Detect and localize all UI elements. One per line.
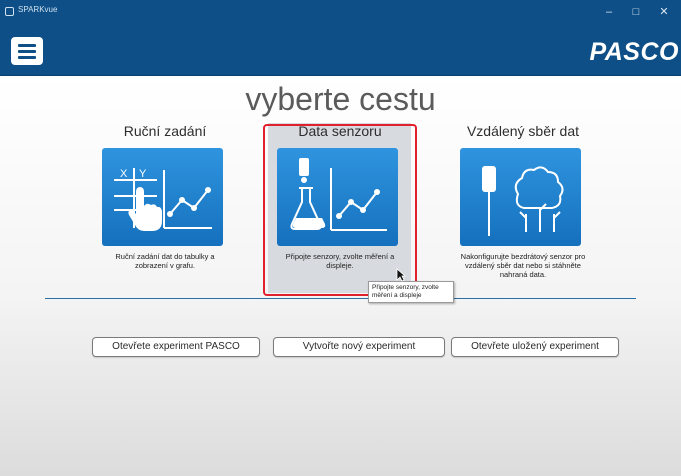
- section-divider: [45, 298, 636, 299]
- menu-icon: [18, 44, 36, 47]
- path-remote-logging[interactable]: Vzdálený sběr dat Nakonfigurujte bezdrát…: [448, 121, 598, 301]
- path-description: Ruční zadání dat do tabulky a zobrazení …: [115, 252, 215, 270]
- manual-entry-icon[interactable]: X Y: [102, 148, 223, 246]
- app-icon: [5, 7, 14, 16]
- window-title: SPARKvue: [18, 5, 58, 14]
- open-pasco-experiment-button[interactable]: Otevřete experiment PASCO: [92, 337, 260, 357]
- maximize-button[interactable]: □: [622, 2, 650, 22]
- remote-logging-icon[interactable]: [460, 148, 581, 246]
- svg-text:X: X: [120, 168, 128, 180]
- tooltip: Připojte senzory, zvolte měření a disple…: [368, 281, 454, 303]
- app-toolbar: PASCO: [0, 25, 681, 76]
- open-saved-experiment-button[interactable]: Otevřete uložený experiment: [451, 337, 619, 357]
- hamburger-menu-button[interactable]: [11, 37, 43, 65]
- path-label: Vzdálený sběr dat: [466, 123, 580, 139]
- path-description: Nakonfigurujte bezdrátový senzor pro vzd…: [460, 252, 586, 279]
- selected-path-highlight: [263, 124, 417, 296]
- close-button[interactable]: ✕: [650, 2, 678, 22]
- svg-text:Y: Y: [139, 168, 147, 180]
- path-manual-entry[interactable]: Ruční zadání X Y Ruční zadání dat do tab…: [90, 121, 240, 301]
- choose-path-screen: vyberte cestu Ruční zadání X Y Ruční zad…: [0, 76, 681, 476]
- title-bar: SPARKvue – □ ✕: [0, 0, 681, 25]
- page-title: vyberte cestu: [245, 81, 436, 117]
- new-experiment-button[interactable]: Vytvořte nový experiment: [273, 337, 445, 357]
- minimize-button[interactable]: –: [595, 2, 623, 22]
- path-label: Ruční zadání: [123, 123, 207, 139]
- mouse-cursor-icon: [396, 268, 406, 282]
- pasco-logo: PASCO: [589, 38, 679, 66]
